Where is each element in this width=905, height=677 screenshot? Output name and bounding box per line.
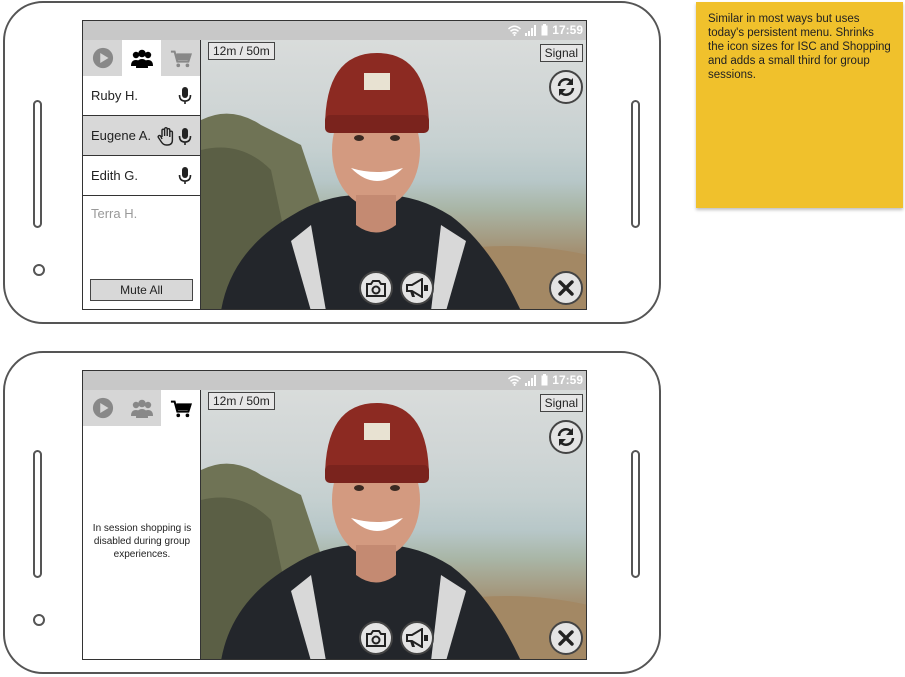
raised-hand-icon	[157, 127, 174, 146]
status-time: 17:59	[552, 23, 583, 37]
side-button-right	[631, 450, 640, 578]
annotation-sticky-note: Similar in most ways but uses today's pe…	[696, 2, 903, 208]
tab-group[interactable]	[122, 40, 161, 76]
phone-screen: 17:59 In session shopping is disabled du…	[82, 370, 587, 660]
home-indicator	[33, 614, 45, 626]
announce-button[interactable]	[400, 621, 434, 655]
signal-button[interactable]: Signal	[539, 44, 583, 62]
group-icon	[130, 49, 153, 68]
selfie-photo	[201, 53, 586, 309]
mic-icon[interactable]	[178, 87, 192, 104]
status-time: 17:59	[552, 373, 583, 387]
announce-button[interactable]	[400, 271, 434, 305]
end-session-button[interactable]	[549, 621, 583, 655]
participant-name: Ruby H.	[91, 88, 138, 103]
side-button-left	[33, 100, 42, 228]
mute-all-button[interactable]: Mute All	[90, 279, 193, 301]
play-icon	[92, 397, 113, 419]
video-feed: 12m / 50m Signal	[201, 40, 586, 309]
refresh-icon	[557, 428, 575, 446]
video-feed: 12m / 50m Signal	[201, 390, 586, 659]
camera-icon	[366, 279, 386, 297]
signal-bars-icon	[525, 24, 537, 36]
participant-name: Eugene A.	[91, 128, 151, 143]
camera-icon	[366, 629, 386, 647]
menu-tabs	[83, 40, 200, 76]
phone-mockup-shopping-tab: 17:59 In session shopping is disabled du…	[3, 351, 661, 674]
snapshot-button[interactable]	[359, 621, 393, 655]
participant-name: Terra H.	[91, 205, 138, 221]
status-bar: 17:59	[83, 21, 586, 40]
end-session-button[interactable]	[549, 271, 583, 305]
refresh-icon	[557, 78, 575, 96]
signal-bars-icon	[525, 374, 537, 386]
megaphone-icon	[406, 278, 428, 298]
status-bar: 17:59	[83, 371, 586, 390]
persistent-menu: In session shopping is disabled during g…	[83, 390, 201, 659]
sticky-note-text: Similar in most ways but uses today's pe…	[708, 13, 891, 81]
tab-shopping[interactable]	[161, 390, 200, 426]
close-icon	[558, 280, 574, 296]
tab-shopping[interactable]	[161, 40, 200, 76]
menu-tabs	[83, 390, 200, 426]
tab-group[interactable]	[122, 390, 161, 426]
megaphone-icon	[406, 628, 428, 648]
tab-live-session[interactable]	[83, 40, 122, 76]
cart-icon	[169, 50, 192, 69]
play-icon	[92, 47, 113, 69]
side-button-right	[631, 100, 640, 228]
close-icon	[558, 630, 574, 646]
wifi-icon	[508, 375, 522, 386]
persistent-menu: Ruby H. Eugene A. Edith G. Terra H. Mute…	[83, 40, 201, 309]
home-indicator	[33, 264, 45, 276]
phone-mockup-group-tab: 17:59 Ruby H. Eugene A. Edith G. Terra H…	[3, 1, 661, 324]
signal-button[interactable]: Signal	[539, 394, 583, 412]
session-timer: 12m / 50m	[208, 42, 275, 60]
shopping-disabled-message: In session shopping is disabled during g…	[92, 523, 192, 560]
switch-camera-button[interactable]	[549, 70, 583, 104]
mic-icon[interactable]	[178, 167, 192, 184]
wifi-icon	[508, 25, 522, 36]
phone-screen: 17:59 Ruby H. Eugene A. Edith G. Terra H…	[82, 20, 587, 310]
participant-row[interactable]: Ruby H.	[83, 76, 200, 116]
participant-row-inactive: Terra H.	[83, 196, 200, 230]
cart-icon	[169, 400, 192, 419]
participant-row[interactable]: Eugene A.	[83, 116, 200, 156]
snapshot-button[interactable]	[359, 271, 393, 305]
selfie-photo	[201, 403, 586, 659]
battery-icon	[541, 374, 548, 386]
battery-icon	[541, 24, 548, 36]
participant-row[interactable]: Edith G.	[83, 156, 200, 196]
tab-live-session[interactable]	[83, 390, 122, 426]
participant-name: Edith G.	[91, 168, 138, 183]
mic-icon[interactable]	[178, 128, 192, 145]
side-button-left	[33, 450, 42, 578]
switch-camera-button[interactable]	[549, 420, 583, 454]
group-icon	[130, 399, 153, 418]
session-timer: 12m / 50m	[208, 392, 275, 410]
